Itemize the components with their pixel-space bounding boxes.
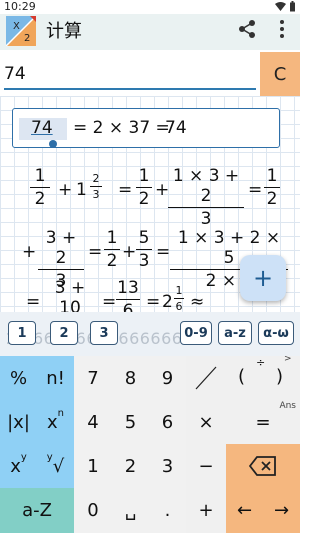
az-key[interactable]: a-Z <box>0 488 74 533</box>
status-icons <box>275 1 296 12</box>
battery-icon <box>290 1 295 12</box>
suggestion-2-button[interactable]: 2 <box>50 321 78 345</box>
step3-equals-3: = <box>146 292 161 312</box>
suggestion-row: 2.1666666666666667 1 2 3 0-9 a-z α-ω <box>0 312 300 356</box>
greek-keyboard-button[interactable]: α-ω <box>258 321 294 345</box>
step1-fraction-c: 1 × 3 + 23 <box>168 166 244 229</box>
expression-input[interactable]: 74 <box>4 64 256 90</box>
step3-fraction-a: 3 + 106 <box>42 278 98 312</box>
step1-fraction-a: 12 <box>30 166 50 209</box>
step1-mixed-whole: 1 <box>76 180 87 200</box>
backspace-icon <box>249 456 276 476</box>
wifi-icon <box>275 1 286 11</box>
equals-key[interactable]: = Ans <box>226 400 300 444</box>
step1-equals-2: = <box>248 180 263 200</box>
share-icon[interactable] <box>236 18 258 40</box>
cursor-handle[interactable] <box>49 140 57 148</box>
digit-6-key[interactable]: 6 <box>149 400 186 444</box>
step1-fraction-b: 12 <box>136 166 152 209</box>
abs-key[interactable]: |x| <box>0 400 37 444</box>
backspace-key[interactable] <box>226 444 300 488</box>
digit-1-key[interactable]: 1 <box>74 444 112 488</box>
step1-equals-1: = <box>118 180 133 200</box>
result-input-value: 74 <box>31 118 53 138</box>
digit-9-key[interactable]: 9 <box>149 356 186 400</box>
step3-fraction-b: 13 6 <box>116 278 140 312</box>
step3-equals-2: = <box>102 292 117 312</box>
status-bar: 10:29 <box>0 0 300 14</box>
fraction-slash-icon <box>195 366 217 390</box>
expression-input-row: 74 <box>0 50 300 96</box>
more-vert-icon[interactable] <box>274 18 290 40</box>
status-time: 10:29 <box>4 0 36 13</box>
svg-text:2: 2 <box>24 33 30 44</box>
decimal-point-key[interactable]: . <box>149 488 186 533</box>
factorial-key[interactable]: n! <box>37 356 74 400</box>
digit-8-key[interactable]: 8 <box>112 356 149 400</box>
app-title: 计算 <box>46 21 82 42</box>
cursor-right-key[interactable]: → <box>263 488 300 533</box>
step2-plus-2: + <box>122 242 137 262</box>
keyboard: % n! |x| xn xy y √ a-Z 7 8 9 4 5 6 1 2 3 … <box>0 354 300 533</box>
root-key[interactable]: y √ <box>37 444 74 488</box>
power-key[interactable]: xn <box>37 400 74 444</box>
divide-key[interactable] <box>186 356 226 400</box>
step3-mixed-whole: 2 <box>162 292 173 312</box>
result-box[interactable]: 74 = 2 × 37 = 74 <box>12 108 280 148</box>
step2-equals-2: = <box>156 242 171 262</box>
cursor-left-key[interactable]: ← <box>226 488 263 533</box>
letters-keyboard-button[interactable]: a-z <box>218 321 252 345</box>
digit-3-key[interactable]: 3 <box>149 444 186 488</box>
step1-plus: + <box>58 180 73 200</box>
step3-mixed-fraction: 16 <box>174 284 184 312</box>
digit-7-key[interactable]: 7 <box>74 356 112 400</box>
step1-mixed-fraction: 23 <box>90 172 102 201</box>
step2-plus: + <box>22 242 37 262</box>
parentheses-key[interactable]: ( ÷ ) < > <box>226 354 300 400</box>
step3-approx: ≈ <box>190 292 205 312</box>
space-key[interactable]: ␣ <box>112 488 149 533</box>
step1-fraction-d: 12 <box>264 166 280 209</box>
app-logo-icon: X 2 <box>6 16 36 46</box>
result-equation: = 2 × 37 = <box>73 118 170 138</box>
digit-5-key[interactable]: 5 <box>112 400 149 444</box>
step3-equals-1: = <box>26 292 41 312</box>
xy-key[interactable]: xy <box>0 444 37 488</box>
digit-2-key[interactable]: 2 <box>112 444 149 488</box>
svg-text:X: X <box>13 21 20 32</box>
clear-button[interactable]: C <box>260 52 300 96</box>
multiply-key[interactable]: × <box>186 400 226 444</box>
suggestion-1-button[interactable]: 1 <box>8 321 36 345</box>
plus-key[interactable]: + <box>186 488 226 533</box>
digit-0-key[interactable]: 0 <box>74 488 112 533</box>
minus-key[interactable]: − <box>186 444 226 488</box>
app-bar: X 2 计算 <box>0 14 300 50</box>
step2-equals-1: = <box>88 242 103 262</box>
step2-fraction-c: 53 <box>136 228 152 271</box>
percent-key[interactable]: % <box>0 356 37 400</box>
result-output-value: 74 <box>165 118 187 138</box>
add-fab-button[interactable]: + <box>240 255 286 301</box>
step2-fraction-b: 12 <box>104 228 120 271</box>
digits-keyboard-button[interactable]: 0-9 <box>180 321 212 345</box>
suggestion-3-button[interactable]: 3 <box>90 321 118 345</box>
digit-4-key[interactable]: 4 <box>74 400 112 444</box>
